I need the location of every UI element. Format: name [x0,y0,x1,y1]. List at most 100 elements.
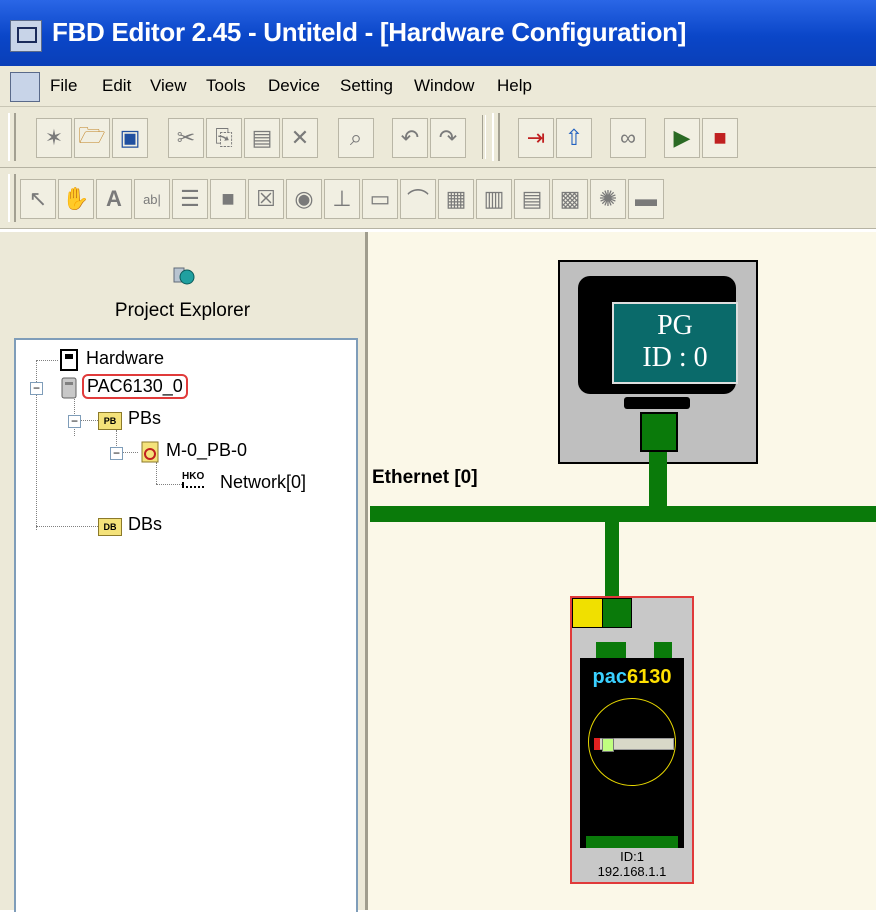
slider-icon[interactable]: ⊥ [324,179,360,219]
panel-icon[interactable]: ▬ [628,179,664,219]
pg-device[interactable]: PG ID : 0 [558,260,758,464]
tree-line [156,484,182,485]
redo-icon[interactable]: ↷ [430,118,466,158]
network-icon: HKO [182,471,205,482]
pac-brand-prefix: pac [592,666,627,688]
image-icon[interactable]: ▩ [552,179,588,219]
pac-device[interactable]: pac6130 ID:1 192.168.1.1 [570,596,694,884]
title-bar: FBD Editor 2.45 - Untiteld - [Hardware C… [0,0,876,66]
tree-item-dbs[interactable]: DBs [128,514,162,535]
expand-pbs-toggle[interactable]: − [68,415,81,428]
pac-ip-label: 192.168.1.1 [597,864,667,879]
tree-item-pbs[interactable]: PBs [128,408,161,429]
window-title: FBD Editor 2.45 - Untiteld - [Hardware C… [52,17,687,47]
program-block-icon [141,441,159,463]
open-icon[interactable]: 🗁 [74,118,110,158]
stop-icon[interactable]: ■ [702,118,738,158]
expand-device-toggle[interactable]: − [30,382,43,395]
pg-screen: PG ID : 0 [612,302,738,384]
toolbar-grip[interactable] [492,113,500,161]
pg-ethernet-cable [649,452,667,506]
menu-tools[interactable]: Tools [206,66,246,106]
download-icon[interactable]: ⇥ [518,118,554,158]
new-icon[interactable]: ✶ [36,118,72,158]
text-icon[interactable]: A [96,179,132,219]
tree-line [156,462,157,484]
grid-icon[interactable]: ▤ [514,179,550,219]
undo-icon[interactable]: ↶ [392,118,428,158]
ethernet-bus[interactable] [370,506,876,522]
tree-line [36,360,58,361]
device-icon [61,377,77,399]
pac-ethernet-port[interactable] [602,598,632,628]
paste-icon[interactable]: ▤ [244,118,280,158]
pg-stand [624,397,690,409]
pg-ethernet-port[interactable] [640,412,678,452]
toolbar-separator [482,115,486,159]
pac-body: pac6130 [580,658,684,848]
radio-icon[interactable]: ◉ [286,179,322,219]
tree-item-network[interactable]: Network[0] [220,472,306,493]
table-icon[interactable]: ▥ [476,179,512,219]
toolbar-grip[interactable] [8,174,16,222]
find-icon[interactable]: ⌕ [338,118,374,158]
copy-icon[interactable]: ⎘ [206,118,242,158]
db-folder-icon: DB [98,518,122,536]
network-icon-line [182,482,204,488]
pg-label: PG [657,310,693,341]
label-icon[interactable]: ab| [134,179,170,219]
pac-base-connector [586,836,678,848]
menu-setting[interactable]: Setting [340,66,393,106]
expand-pb-item-toggle[interactable]: − [110,447,123,460]
pac-connector [654,642,672,658]
pac-id-label: ID:1 [620,849,644,864]
group-icon[interactable]: ▦ [438,179,474,219]
rect-icon[interactable]: ■ [210,179,246,219]
document-icon[interactable] [10,72,40,102]
menu-bar: File Edit View Tools Device Setting Wind… [0,66,876,107]
menu-window[interactable]: Window [414,66,474,106]
monitor-icon[interactable]: ∞ [610,118,646,158]
run-icon[interactable]: ▶ [664,118,700,158]
tree-line [36,526,98,527]
pac-connector [596,642,626,658]
project-explorer-title: Project Explorer [114,300,251,321]
hardware-icon [60,349,78,371]
listbox-icon[interactable]: ☰ [172,179,208,219]
save-icon[interactable]: ▣ [112,118,148,158]
pg-monitor: PG ID : 0 [578,276,738,394]
cut-icon[interactable]: ✂ [168,118,204,158]
tree-item-pb[interactable]: M-0_PB-0 [166,440,247,461]
hand-icon[interactable]: ✋ [58,179,94,219]
delete-icon[interactable]: ✕ [282,118,318,158]
menu-edit[interactable]: Edit [102,66,131,106]
edit-icon[interactable]: ▭ [362,179,398,219]
pac-brand-model: 6130 [626,666,672,688]
pac-ethernet-cable [605,522,619,598]
app-icon[interactable] [10,20,42,52]
menu-device[interactable]: Device [268,66,320,106]
checkbox-icon[interactable]: ☒ [248,179,284,219]
project-explorer-icon [173,267,195,285]
ethernet-label: Ethernet [0] [372,467,478,488]
tree-item-hardware[interactable]: Hardware [86,348,164,369]
project-explorer-panel: Project Explorer Hardware − PAC6130_0 − … [0,232,368,912]
pg-id-label: ID : 0 [642,342,708,373]
gear-icon[interactable]: ✺ [590,179,626,219]
toolbar-grip[interactable] [8,113,16,161]
curve-icon[interactable]: ⌒ [400,179,436,219]
drawing-toolbar: ↖ ✋ A ab| ☰ ■ ☒ ◉ ⊥ ▭ ⌒ ▦ ▥ ▤ ▩ ✺ ▬ [0,168,876,229]
upload-icon[interactable]: ⇧ [556,118,592,158]
pac-status-indicator [572,598,604,628]
pb-folder-icon: PB [98,412,122,430]
menu-file[interactable]: File [50,66,77,106]
pac-brand: pac6130 [580,666,684,689]
pac-led-green [602,738,614,752]
menu-view[interactable]: View [150,66,187,106]
tree-item-device[interactable]: PAC6130_0 [82,374,188,399]
menu-help[interactable]: Help [497,66,532,106]
pac-led-red [594,738,600,750]
standard-toolbar: ✶ 🗁 ▣ ✂ ⎘ ▤ ✕ ⌕ ↶ ↷ ⇥ ⇧ ∞ ▶ ■ [0,107,876,168]
project-tree[interactable]: Hardware − PAC6130_0 − PB PBs − M-0_PB-0… [14,338,358,912]
select-icon[interactable]: ↖ [20,179,56,219]
